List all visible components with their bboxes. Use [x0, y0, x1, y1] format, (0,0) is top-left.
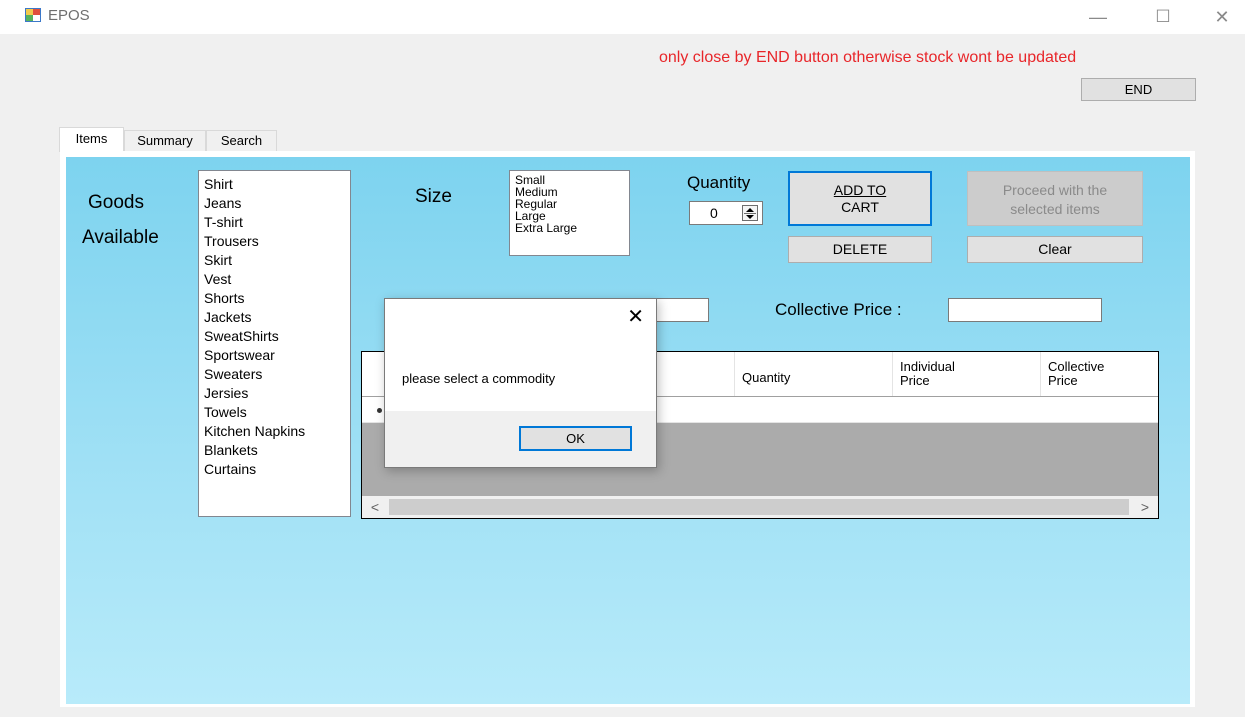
dialog-footer: OK: [385, 411, 656, 467]
message-dialog: ✕ please select a commodity OK: [384, 298, 657, 468]
list-item[interactable]: Kitchen Napkins: [199, 422, 350, 441]
end-button[interactable]: END: [1081, 78, 1196, 101]
quantity-stepper[interactable]: 0: [689, 201, 763, 225]
proceed-button[interactable]: Proceed with the selected items: [967, 171, 1143, 226]
goods-listbox[interactable]: Shirt Jeans T-shirt Trousers Skirt Vest …: [198, 170, 351, 517]
column-individual-price-line1: Individual: [900, 359, 955, 374]
maximize-button[interactable]: ☐: [1140, 4, 1186, 30]
app-icon: [25, 8, 41, 22]
list-item[interactable]: Jeans: [199, 194, 350, 213]
column-individual-price[interactable]: Individual Price: [892, 352, 1040, 396]
list-item[interactable]: Sweaters: [199, 365, 350, 384]
clear-button[interactable]: Clear: [967, 236, 1143, 263]
close-window-button[interactable]: ✕: [1199, 4, 1245, 30]
list-item[interactable]: Vest: [199, 270, 350, 289]
collective-price-field[interactable]: [948, 298, 1102, 322]
list-item[interactable]: Skirt: [199, 251, 350, 270]
list-item[interactable]: Curtains: [199, 460, 350, 479]
spin-buttons[interactable]: [742, 205, 758, 221]
available-label: Available: [82, 227, 159, 248]
add-to-cart-line2: CART: [841, 199, 879, 215]
list-item[interactable]: Extra Large: [510, 222, 629, 234]
column-collective-price[interactable]: Collective Price: [1040, 352, 1158, 396]
quantity-value: 0: [710, 205, 718, 221]
collective-price-label: Collective Price :: [775, 300, 902, 319]
horizontal-scrollbar[interactable]: < >: [362, 496, 1158, 518]
window-title: EPOS: [48, 7, 90, 24]
add-to-cart-line1: ADD TO: [833, 182, 887, 198]
tab-search[interactable]: Search: [206, 130, 277, 152]
list-item[interactable]: SweatShirts: [199, 327, 350, 346]
list-item[interactable]: Shorts: [199, 289, 350, 308]
column-quantity-label: Quantity: [742, 370, 791, 385]
list-item[interactable]: Trousers: [199, 232, 350, 251]
goods-label: Goods: [88, 192, 144, 213]
list-item[interactable]: Jersies: [199, 384, 350, 403]
row-indicator-icon: [377, 408, 382, 413]
dialog-close-icon[interactable]: ✕: [627, 307, 644, 327]
list-item[interactable]: Jackets: [199, 308, 350, 327]
column-collective-price-line1: Collective: [1048, 359, 1105, 374]
minimize-button[interactable]: —: [1075, 4, 1121, 30]
list-item[interactable]: T-shirt: [199, 213, 350, 232]
spin-down-icon[interactable]: [746, 215, 754, 219]
proceed-line1: Proceed with the: [1002, 182, 1108, 198]
list-item[interactable]: Sportswear: [199, 346, 350, 365]
column-individual-price-line2: Price: [900, 373, 930, 388]
scroll-right-icon[interactable]: >: [1135, 497, 1155, 517]
add-to-cart-button[interactable]: ADD TO CART: [788, 171, 932, 226]
proceed-line2: selected items: [1010, 201, 1100, 217]
title-bar: EPOS — ☐ ✕: [0, 0, 1245, 34]
warning-message: only close by END button otherwise stock…: [659, 49, 1077, 66]
scroll-left-icon[interactable]: <: [365, 497, 385, 517]
size-listbox[interactable]: Small Medium Regular Large Extra Large: [509, 170, 630, 256]
spin-up-icon[interactable]: [746, 208, 754, 212]
spin-divider: [744, 213, 756, 214]
list-item[interactable]: Towels: [199, 403, 350, 422]
list-item[interactable]: Shirt: [199, 175, 350, 194]
quantity-label: Quantity: [687, 173, 751, 192]
size-label: Size: [415, 186, 452, 207]
scrollbar-thumb[interactable]: [389, 499, 1129, 515]
ok-button[interactable]: OK: [519, 426, 632, 451]
delete-button[interactable]: DELETE: [788, 236, 932, 263]
list-item[interactable]: Blankets: [199, 441, 350, 460]
dialog-message: please select a commodity: [402, 371, 556, 386]
column-collective-price-line2: Price: [1048, 373, 1078, 388]
column-quantity[interactable]: Quantity: [734, 352, 892, 396]
tab-summary[interactable]: Summary: [124, 130, 206, 152]
tab-items[interactable]: Items: [59, 127, 124, 152]
